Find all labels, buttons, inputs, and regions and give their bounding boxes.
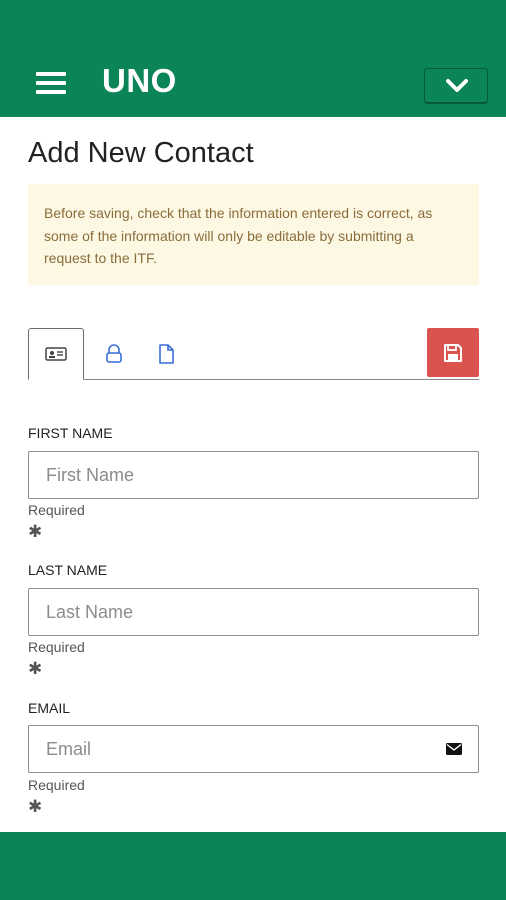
- floppy-disk-icon: [444, 344, 462, 362]
- page-title: Add New Contact: [28, 137, 254, 169]
- tab-security[interactable]: [86, 328, 142, 380]
- last-name-input[interactable]: [29, 589, 426, 635]
- first-name-field-wrapper: [28, 451, 479, 499]
- top-app-bar: UNO: [0, 0, 506, 117]
- required-asterisk-icon: ✱: [28, 522, 43, 541]
- first-name-label: FIRST NAME: [28, 425, 113, 441]
- document-icon: [159, 344, 174, 364]
- email-field-wrapper: [28, 725, 479, 773]
- envelope-icon: [446, 743, 462, 755]
- email-label: EMAIL: [28, 700, 71, 716]
- email-input[interactable]: [29, 726, 426, 772]
- email-help: Required: [28, 777, 85, 793]
- bottom-bar: [0, 832, 506, 900]
- tab-contact-details[interactable]: [28, 328, 84, 380]
- save-button[interactable]: [427, 328, 479, 377]
- lock-icon: [106, 344, 122, 363]
- last-name-help: Required: [28, 639, 85, 655]
- app-title: UNO: [102, 62, 177, 99]
- first-name-input[interactable]: [29, 452, 426, 498]
- hamburger-icon: [36, 72, 66, 76]
- last-name-field-wrapper: [28, 588, 479, 636]
- id-card-icon: [45, 347, 67, 361]
- info-alert: Before saving, check that the informatio…: [28, 184, 479, 285]
- first-name-help: Required: [28, 502, 85, 518]
- tab-documents[interactable]: [138, 328, 194, 380]
- form-tabs: [28, 328, 479, 380]
- chevron-down-icon: [446, 79, 468, 92]
- required-asterisk-icon: ✱: [28, 659, 43, 678]
- menu-button[interactable]: [36, 72, 66, 96]
- required-asterisk-icon: ✱: [28, 797, 43, 816]
- header-dropdown-button[interactable]: [424, 68, 488, 104]
- last-name-label: LAST NAME: [28, 562, 108, 578]
